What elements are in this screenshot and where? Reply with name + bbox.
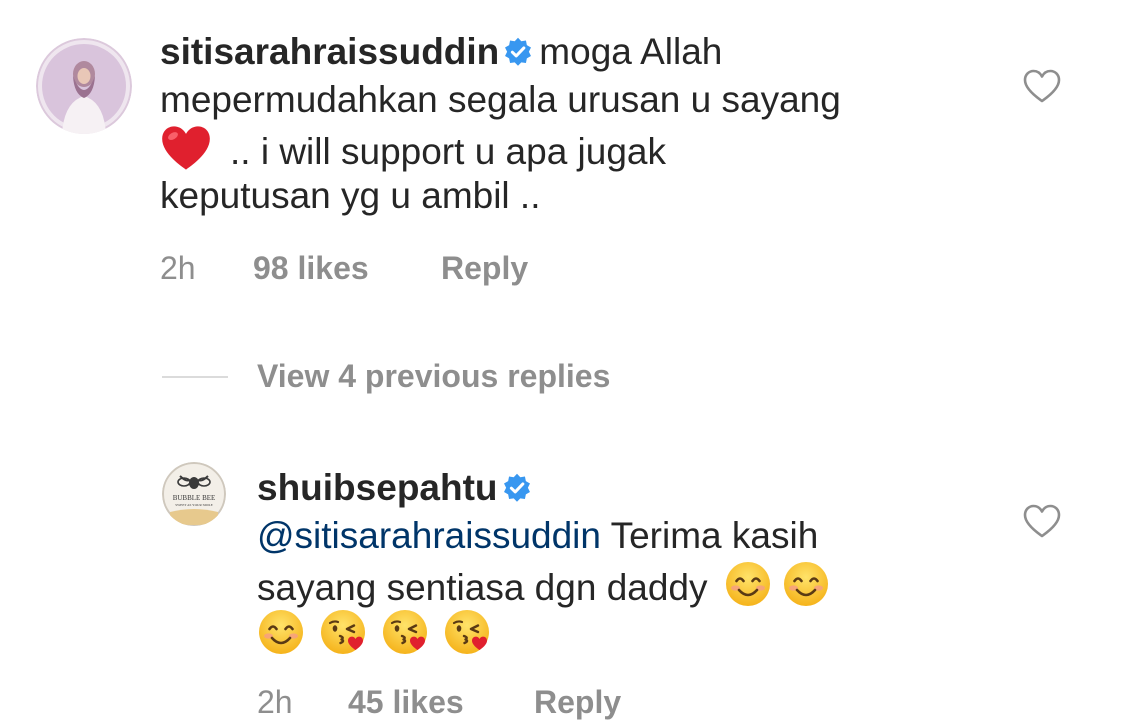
comment-text-line-3: .. i will support u apa jugak — [230, 131, 667, 172]
red-heart-icon — [160, 124, 212, 172]
reply-text-line-1: Terima kasih — [600, 515, 819, 556]
comment-text: sitisarahraissuddin moga Allah mepermudah… — [160, 28, 841, 220]
face-blowing-kiss-icon — [381, 608, 429, 656]
like-heart-icon[interactable] — [1022, 68, 1062, 104]
comment-time: 2h — [160, 250, 196, 286]
replies-divider — [162, 376, 228, 378]
comment-text-line-2: mepermudahkan segala urusan u sayang — [160, 79, 841, 120]
smiling-face-icon — [782, 560, 830, 608]
face-blowing-kiss-icon — [319, 608, 367, 656]
smiling-face-icon — [724, 560, 772, 608]
avatar-logo-text: BUBBLE BEE — [173, 494, 216, 502]
reply-mention-link[interactable]: @sitisarahraissuddin — [257, 515, 601, 556]
reply-time: 2h — [257, 684, 293, 720]
reply-text: shuibsepahtu @sitisarahraissuddin Terima… — [257, 464, 840, 660]
smiling-face-icon — [257, 608, 305, 656]
avatar-logo-tagline: SWEET AS YOUR SMILE — [175, 503, 213, 507]
verified-badge-icon — [503, 37, 533, 67]
reply-username[interactable]: shuibsepahtu — [257, 467, 498, 508]
verified-badge-icon — [502, 473, 532, 503]
reply-text-line-2: sayang sentiasa dgn daddy — [257, 567, 708, 608]
reply-reply-button[interactable]: Reply — [534, 684, 621, 721]
reply-likes-button[interactable]: 45 likes — [348, 684, 464, 721]
comment-username[interactable]: sitisarahraissuddin — [160, 31, 499, 72]
avatar[interactable] — [36, 38, 132, 134]
comment-likes-button[interactable]: 98 likes — [253, 250, 369, 287]
comment-text-line-1: moga Allah — [539, 31, 723, 72]
reply-like-heart-icon[interactable] — [1022, 503, 1062, 539]
comment-text-line-4: keputusan yg u ambil .. — [160, 175, 541, 216]
reply-avatar[interactable]: BUBBLE BEE SWEET AS YOUR SMILE — [162, 462, 226, 526]
comment-reply-button[interactable]: Reply — [441, 250, 528, 287]
view-previous-replies-button[interactable]: View 4 previous replies — [257, 358, 610, 395]
face-blowing-kiss-icon — [443, 608, 491, 656]
